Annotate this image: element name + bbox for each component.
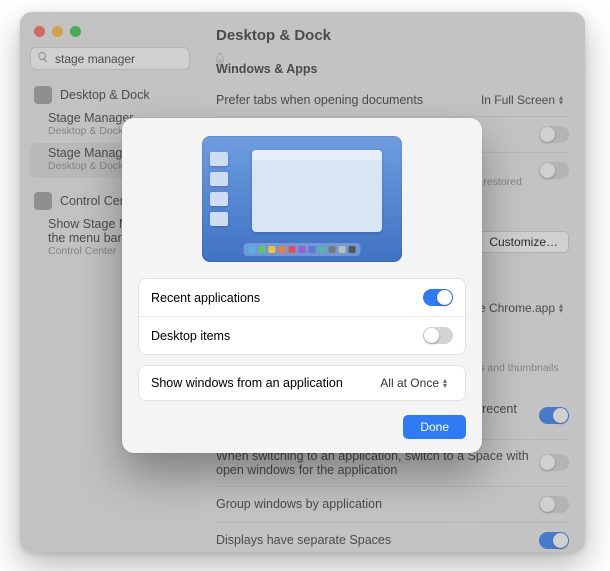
row-recent-applications: Recent applications xyxy=(139,279,465,316)
search-icon xyxy=(37,51,49,66)
mc-option-toggle[interactable] xyxy=(539,407,569,424)
dock-app-icon xyxy=(309,246,316,253)
row-label: When switching to an application, switch… xyxy=(216,449,539,477)
mc-option-toggle[interactable] xyxy=(539,532,569,549)
row-mc-option: Group windows by application xyxy=(216,489,569,520)
window-controls xyxy=(30,22,190,47)
row-prefer-tabs: Prefer tabs when opening documents In Fu… xyxy=(216,86,569,114)
show-windows-card: Show windows from an application All at … xyxy=(138,365,466,401)
control-center-icon xyxy=(34,192,52,210)
dock-app-icon xyxy=(279,246,286,253)
chevron-up-down-icon xyxy=(443,378,453,388)
preview-dock xyxy=(244,243,361,256)
dock-app-icon xyxy=(289,246,296,253)
close-icon[interactable] xyxy=(34,26,45,37)
section-heading: Windows & Apps xyxy=(216,62,569,76)
show-windows-popup[interactable]: All at Once xyxy=(380,376,453,390)
customize-button[interactable]: Customize… xyxy=(478,231,569,253)
stage-manager-preview xyxy=(202,136,402,262)
dock-app-icon xyxy=(329,246,336,253)
row-label: Group windows by application xyxy=(216,497,539,511)
preview-recent-strip xyxy=(210,152,228,226)
search-input[interactable] xyxy=(55,52,210,66)
row-desktop-items: Desktop items xyxy=(139,316,465,354)
options-card: Recent applications Desktop items xyxy=(138,278,466,355)
dock-app-icon xyxy=(249,246,256,253)
row-show-windows: Show windows from an application All at … xyxy=(139,366,465,400)
row-label: Show windows from an application xyxy=(151,376,343,390)
dock-app-icon xyxy=(269,246,276,253)
preview-window xyxy=(252,150,382,232)
sidebar-item-label: Desktop & Dock xyxy=(60,88,150,102)
search-field[interactable]: ✕ xyxy=(30,47,190,70)
stage-manager-customize-sheet: Recent applications Desktop items Show w… xyxy=(122,118,482,453)
dock-app-icon xyxy=(259,246,266,253)
row-label: Displays have separate Spaces xyxy=(216,533,539,547)
zoom-icon[interactable] xyxy=(70,26,81,37)
row-label: Prefer tabs when opening documents xyxy=(216,93,423,107)
close-windows-toggle[interactable] xyxy=(539,162,569,179)
recent-applications-toggle[interactable] xyxy=(423,289,453,306)
minimize-icon[interactable] xyxy=(52,26,63,37)
desktop-dock-icon xyxy=(34,86,52,104)
mc-option-toggle[interactable] xyxy=(539,454,569,471)
dock-app-icon xyxy=(299,246,306,253)
chevron-up-down-icon xyxy=(559,95,569,105)
done-button[interactable]: Done xyxy=(403,415,466,439)
row-mc-option: Displays have separate Spaces xyxy=(216,525,569,552)
dock-app-icon xyxy=(349,246,356,253)
sidebar-item-desktop-dock[interactable]: Desktop & Dock xyxy=(30,82,190,108)
row-label: Desktop items xyxy=(151,329,230,343)
chevron-up-down-icon xyxy=(559,303,569,313)
mc-option-toggle[interactable] xyxy=(539,496,569,513)
ask-keep-changes-toggle[interactable] xyxy=(539,126,569,143)
page-title: Desktop & Dock xyxy=(216,27,569,44)
desktop-items-toggle[interactable] xyxy=(423,327,453,344)
row-label: Recent applications xyxy=(151,291,260,305)
dock-app-icon xyxy=(339,246,346,253)
prefer-tabs-popup[interactable]: In Full Screen xyxy=(481,93,569,107)
dock-app-icon xyxy=(319,246,326,253)
